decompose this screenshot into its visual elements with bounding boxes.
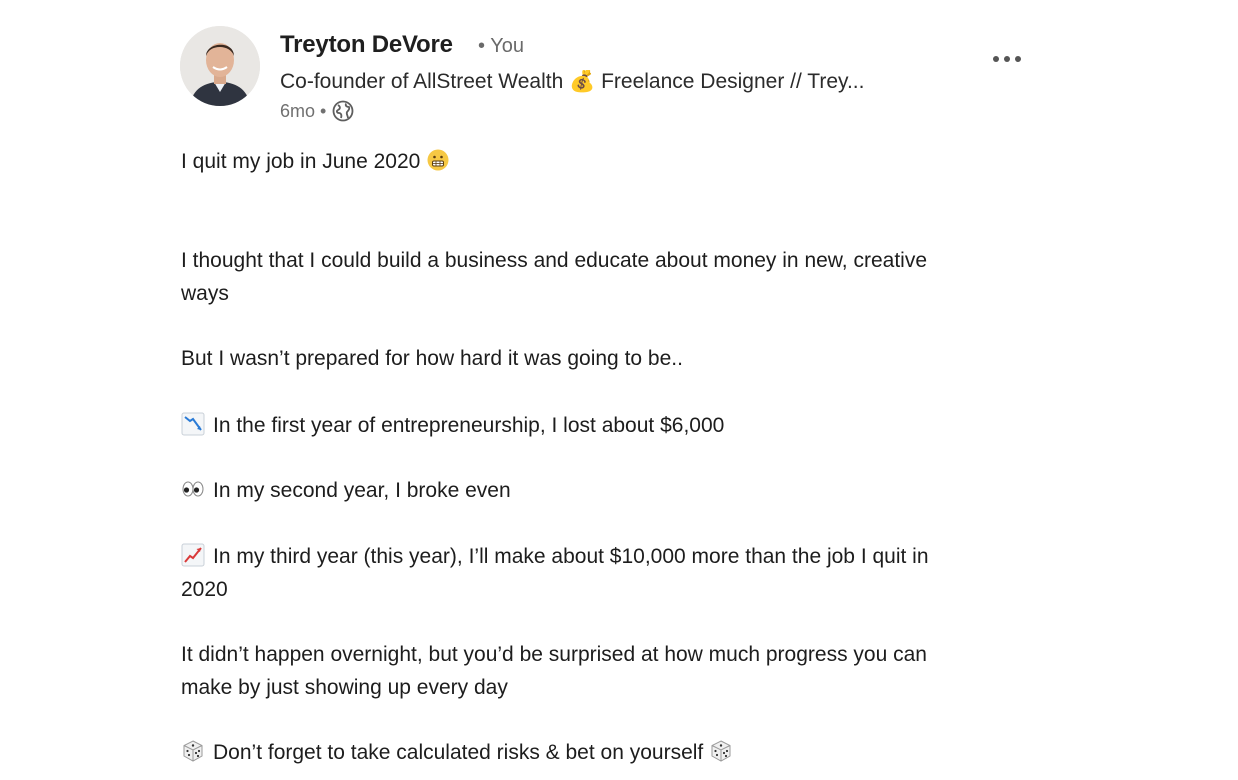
author-headline[interactable]: Co-founder of AllStreet Wealth 💰 Freelan… bbox=[280, 70, 864, 94]
post-text: In my third year (this year), I’ll make … bbox=[213, 545, 929, 568]
game-die-icon bbox=[709, 739, 733, 763]
post-text: make by just showing up every day bbox=[181, 676, 508, 699]
post-text: In the first year of entrepreneurship, I… bbox=[213, 414, 725, 437]
post-text-line: Don’t forget to take calculated risks & … bbox=[181, 736, 1051, 769]
globe-icon bbox=[332, 100, 354, 122]
post-text: But I wasn’t prepared for how hard it wa… bbox=[181, 347, 683, 370]
chart-decreasing-icon bbox=[181, 412, 205, 436]
post-text: In my second year, I broke even bbox=[213, 479, 511, 502]
post-text: I quit my job in June 2020 bbox=[181, 150, 421, 173]
post-text-line: I quit my job in June 2020 bbox=[181, 145, 1051, 178]
post-text: Don’t forget to take calculated risks & … bbox=[213, 741, 704, 764]
post-text: I thought that I could build a business … bbox=[181, 249, 928, 272]
dot bbox=[993, 56, 999, 62]
grimacing-face-icon bbox=[426, 148, 450, 172]
author-name[interactable]: Treyton DeVore bbox=[280, 31, 453, 59]
post-text-line: In the first year of entrepreneurship, I… bbox=[181, 409, 1051, 442]
post-meta: 6mo • bbox=[280, 100, 354, 122]
author-relation-label: • You bbox=[478, 35, 524, 57]
chart-increasing-icon bbox=[181, 543, 205, 567]
avatar[interactable] bbox=[180, 26, 260, 106]
post-text: ways bbox=[181, 282, 229, 305]
linkedin-post: Treyton DeVore • You Co-founder of AllSt… bbox=[0, 0, 1238, 780]
eyes-icon bbox=[181, 477, 205, 501]
dot bbox=[1015, 56, 1021, 62]
more-options-button[interactable] bbox=[982, 46, 1032, 72]
dot bbox=[1004, 56, 1010, 62]
post-text: 2020 bbox=[181, 578, 228, 601]
profile-photo-icon bbox=[180, 26, 260, 106]
post-text-line: In my third year (this year), I’ll make … bbox=[181, 540, 1051, 573]
game-die-icon bbox=[181, 739, 205, 763]
post-text: It didn’t happen overnight, but you’d be… bbox=[181, 643, 927, 666]
post-time: 6mo • bbox=[280, 100, 327, 121]
post-text-line: In my second year, I broke even bbox=[181, 474, 1051, 507]
